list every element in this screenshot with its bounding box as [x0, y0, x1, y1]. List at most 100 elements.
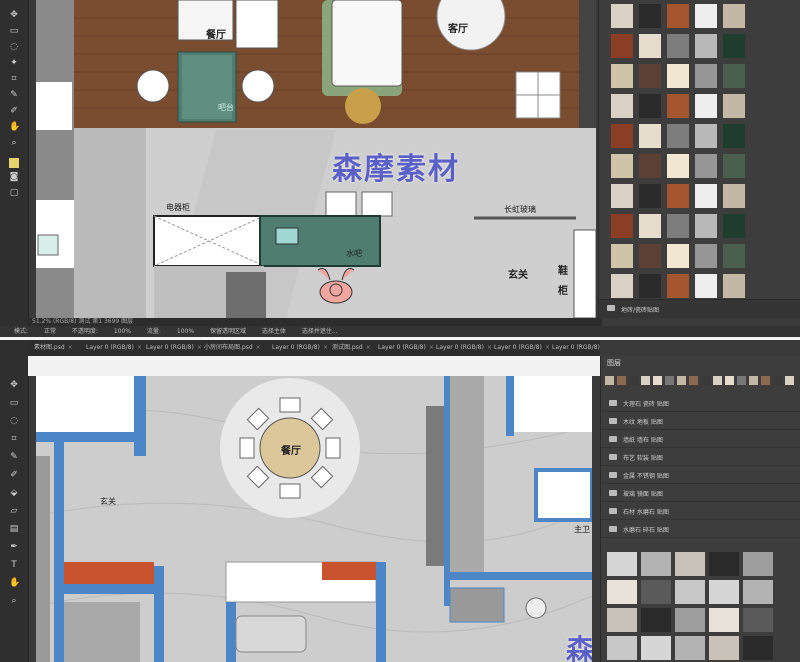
material-swatch[interactable]	[667, 184, 689, 208]
layer-folder-row[interactable]: 木纹 地板 贴图	[601, 414, 800, 430]
screen-mode-icon[interactable]: ▢	[9, 188, 19, 198]
material-swatch[interactable]	[667, 124, 689, 148]
material-swatch[interactable]	[695, 124, 717, 148]
material-swatch[interactable]	[639, 64, 661, 88]
material-swatch[interactable]	[639, 214, 661, 238]
document-canvas-bottom[interactable]: 餐厅 玄关 主卫 森摩素材	[36, 376, 592, 662]
material-swatch[interactable]	[695, 94, 717, 118]
tab-close-icon[interactable]: ×	[197, 344, 202, 351]
color-swatch[interactable]	[773, 376, 782, 385]
material-swatch[interactable]	[667, 154, 689, 178]
option-flow-value[interactable]: 100%	[177, 328, 194, 335]
material-swatch[interactable]	[723, 94, 745, 118]
material-swatch[interactable]	[611, 274, 633, 298]
tab-close-icon[interactable]: ×	[487, 344, 492, 351]
material-swatch[interactable]	[639, 34, 661, 58]
hand-tool-icon[interactable]: ✋	[9, 122, 20, 132]
material-swatch[interactable]	[667, 244, 689, 268]
layer-folder-row[interactable]: 金属 不锈钢 贴图	[601, 468, 800, 484]
crop-tool-icon[interactable]: ⌗	[9, 74, 19, 84]
material-swatch[interactable]	[611, 214, 633, 238]
material-swatch[interactable]	[675, 636, 705, 660]
material-swatch[interactable]	[743, 552, 773, 576]
material-swatch[interactable]	[611, 244, 633, 268]
brush-tool-icon[interactable]: ✐	[9, 470, 19, 480]
tab-close-icon[interactable]: ×	[429, 344, 434, 351]
option-mode-value[interactable]: 正常	[44, 328, 56, 335]
layer-folder-row[interactable]: 大理石 瓷砖 贴图	[601, 396, 800, 412]
color-swatch[interactable]	[737, 376, 746, 385]
material-swatch[interactable]	[709, 608, 739, 632]
material-swatch[interactable]	[709, 636, 739, 660]
material-swatch[interactable]	[611, 4, 633, 28]
material-swatch[interactable]	[723, 154, 745, 178]
material-swatch[interactable]	[611, 154, 633, 178]
document-canvas-top[interactable]: 餐厅 客厅 吧台 电器柜 长虹玻璃 水吧 玄关 鞋柜 森摩素材	[36, 0, 596, 318]
material-swatch[interactable]	[675, 580, 705, 604]
material-swatch[interactable]	[743, 636, 773, 660]
magic-wand-icon[interactable]: ✦	[9, 58, 19, 68]
material-swatch[interactable]	[611, 124, 633, 148]
material-swatch[interactable]	[641, 608, 671, 632]
layer-folder-row[interactable]: 布艺 软装 贴图	[601, 450, 800, 466]
material-swatch[interactable]	[723, 124, 745, 148]
material-swatch[interactable]	[709, 580, 739, 604]
doc-tab[interactable]: Layer 0 (RGB/8) ×	[86, 343, 142, 353]
eyedropper-icon[interactable]: ✎	[9, 90, 19, 100]
foreground-color-swatch[interactable]	[9, 158, 19, 168]
material-swatch[interactable]	[723, 34, 745, 58]
gradient-tool-icon[interactable]: ▤	[9, 524, 19, 534]
color-swatch[interactable]	[749, 376, 758, 385]
stamp-tool-icon[interactable]: ⬙	[9, 488, 19, 498]
eyedropper-icon[interactable]: ✎	[9, 452, 19, 462]
color-swatch[interactable]	[617, 376, 626, 385]
marquee-tool-icon[interactable]: ▭	[9, 26, 19, 36]
material-swatch[interactable]	[695, 154, 717, 178]
material-swatch[interactable]	[639, 244, 661, 268]
material-swatch[interactable]	[611, 34, 633, 58]
material-swatch[interactable]	[723, 4, 745, 28]
material-swatch[interactable]	[639, 4, 661, 28]
eraser-tool-icon[interactable]: ▱	[9, 506, 19, 516]
tab-close-icon[interactable]: ×	[366, 344, 371, 351]
material-swatch[interactable]	[639, 124, 661, 148]
layer-folder-row[interactable]: 石材 水磨石 贴图	[601, 504, 800, 520]
material-swatch[interactable]	[675, 552, 705, 576]
material-swatch[interactable]	[695, 34, 717, 58]
option-opacity-value[interactable]: 100%	[114, 328, 131, 335]
material-swatch[interactable]	[695, 64, 717, 88]
material-swatch[interactable]	[607, 636, 637, 660]
material-swatch[interactable]	[723, 244, 745, 268]
material-swatch[interactable]	[743, 580, 773, 604]
material-swatch[interactable]	[611, 64, 633, 88]
color-swatch[interactable]	[761, 376, 770, 385]
hand-tool-icon[interactable]: ✋	[9, 578, 20, 588]
material-swatch[interactable]	[641, 580, 671, 604]
option-select-subject[interactable]: 选择主体	[262, 328, 286, 335]
material-swatch[interactable]	[667, 64, 689, 88]
material-swatch[interactable]	[611, 94, 633, 118]
color-swatch[interactable]	[641, 376, 650, 385]
tab-close-icon[interactable]: ×	[68, 344, 73, 351]
tab-close-icon[interactable]: ×	[323, 344, 328, 351]
material-swatch[interactable]	[641, 636, 671, 660]
zoom-tool-icon[interactable]: ⌕	[9, 138, 19, 148]
material-swatch[interactable]	[639, 94, 661, 118]
color-swatch[interactable]	[605, 376, 614, 385]
move-tool-icon[interactable]: ✥	[9, 380, 19, 390]
material-swatch[interactable]	[695, 4, 717, 28]
material-swatch[interactable]	[667, 94, 689, 118]
brush-tool-icon[interactable]: ✐	[9, 106, 19, 116]
material-swatch[interactable]	[723, 184, 745, 208]
option-preserve-transparency[interactable]: 保留透明区域	[210, 328, 246, 335]
color-swatch[interactable]	[713, 376, 722, 385]
material-swatch[interactable]	[695, 244, 717, 268]
material-swatch[interactable]	[695, 184, 717, 208]
material-swatch[interactable]	[743, 608, 773, 632]
material-swatch[interactable]	[709, 552, 739, 576]
material-swatch[interactable]	[675, 608, 705, 632]
doc-tab[interactable]: Layer 0 (RGB/8) ×	[378, 343, 434, 353]
material-swatch[interactable]	[607, 580, 637, 604]
material-swatch[interactable]	[639, 154, 661, 178]
option-select-and-mask[interactable]: 选择并遮住...	[302, 328, 338, 335]
